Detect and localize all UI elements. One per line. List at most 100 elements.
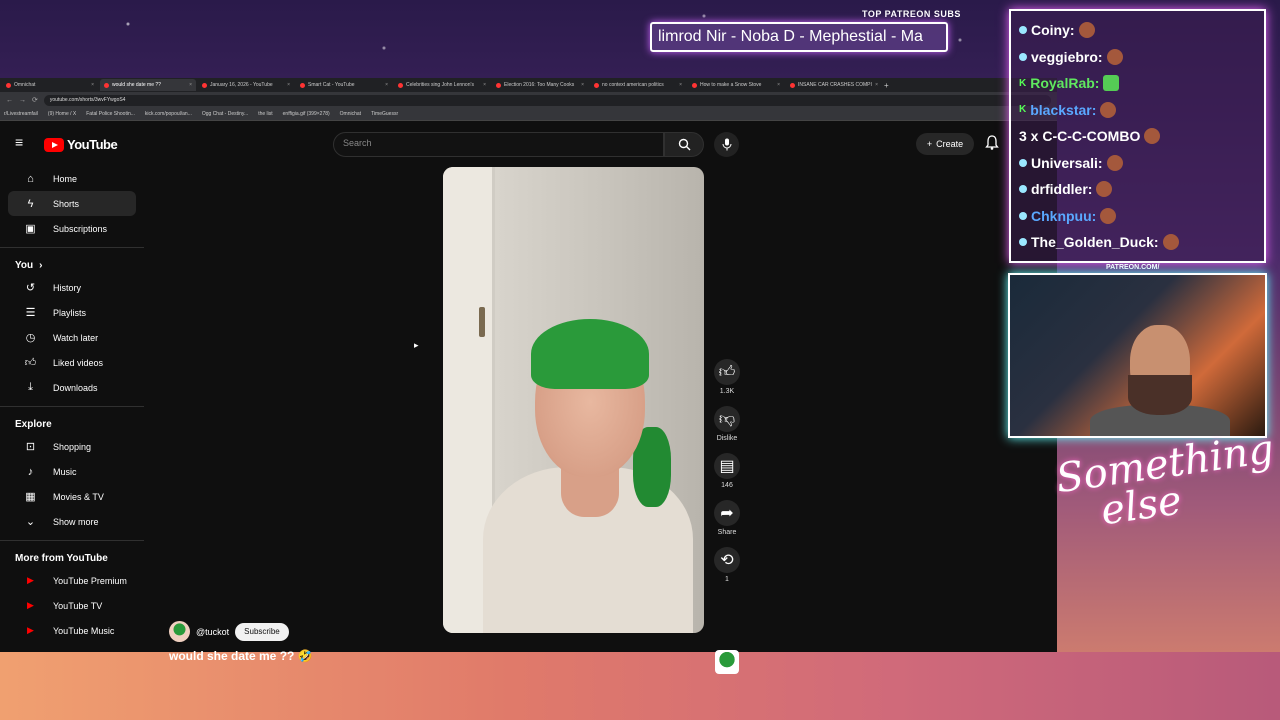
- like-count: 1.3K: [719, 388, 735, 395]
- short-video-player[interactable]: [443, 167, 704, 633]
- youtube-page: ≡ YouTube Search + Create ⌂ Home ϟ Shorts ▣ Su…: [0, 121, 1057, 674]
- patreon-label: TOP PATREON SUBS: [862, 9, 961, 19]
- search-input[interactable]: Search: [333, 132, 664, 157]
- short-actions: 👍︎ 1.3K 👎︎ Dislike ▤ 146 ➦ Share ⟲ 1: [714, 359, 740, 594]
- bookmark-item[interactable]: (9) Home / X: [48, 111, 76, 117]
- bookmark-item[interactable]: the list: [258, 111, 272, 117]
- chat-message: Chknpuu:: [1019, 203, 1256, 230]
- chat-username: veggiebro:: [1031, 48, 1103, 65]
- channel-avatar[interactable]: [169, 621, 190, 642]
- sidebar-item-show-more[interactable]: ⌄ Show more: [8, 509, 136, 534]
- chat-message: drfiddler:: [1019, 176, 1256, 203]
- chat-username: RoyalRab:: [1030, 75, 1100, 92]
- browser-tab[interactable]: Election 2016: Too Many Cooks ×: [492, 79, 588, 91]
- browser-tab[interactable]: would she date me ?? ×: [100, 79, 196, 91]
- notifications-button[interactable]: [985, 135, 999, 155]
- tab-close-icon[interactable]: ×: [189, 82, 192, 88]
- menu-icon[interactable]: ≡: [15, 135, 29, 149]
- tab-close-icon[interactable]: ×: [483, 82, 486, 88]
- sidebar-item-subscriptions[interactable]: ▣ Subscriptions: [8, 216, 136, 241]
- youtube-logo[interactable]: YouTube: [44, 137, 118, 152]
- voice-search-button[interactable]: [714, 132, 739, 157]
- sidebar-item-youtube-music[interactable]: ▶ YouTube Music: [8, 618, 136, 643]
- chevron-down-icon: ⌄: [25, 516, 36, 528]
- subscribe-button[interactable]: Subscribe: [235, 622, 289, 641]
- shopping-icon: ⊡: [25, 441, 36, 453]
- something-else-logo: Something else: [1053, 426, 1280, 536]
- browser-tab[interactable]: January 16, 2026 - YouTube ×: [198, 79, 294, 91]
- dislike-button[interactable]: 👎︎: [714, 406, 740, 432]
- share-button[interactable]: ➦: [714, 500, 740, 526]
- create-button[interactable]: + Create: [916, 133, 974, 155]
- tab-close-icon[interactable]: ×: [679, 82, 682, 88]
- you-heading[interactable]: You ›: [0, 254, 144, 275]
- tab-close-icon[interactable]: ×: [581, 82, 584, 88]
- chat-username: Chknpuu:: [1031, 207, 1097, 224]
- chat-overlay: Coiny: veggiebro: K RoyalRab: Kblackstar: 3 x…: [1009, 9, 1266, 263]
- chat-username: Universali:: [1031, 154, 1103, 171]
- new-tab-icon[interactable]: +: [884, 81, 889, 90]
- chat-message: 3 x C-C-C-COMBO: [1019, 123, 1256, 150]
- chat-badge-icon: [1019, 158, 1027, 167]
- bookmark-item[interactable]: TimeGuessr: [371, 111, 398, 117]
- chat-emote-icon: [1096, 181, 1113, 198]
- sidebar-item-label: YouTube Music: [53, 625, 115, 636]
- sidebar-item-label: Liked videos: [53, 357, 104, 368]
- tab-favicon-icon: [104, 82, 109, 88]
- tab-close-icon[interactable]: ×: [91, 82, 94, 88]
- browser-tab[interactable]: INSANE CAR CRASHES COMPI ×: [786, 79, 882, 91]
- tab-close-icon[interactable]: ×: [287, 82, 290, 88]
- divider: [0, 540, 144, 541]
- tab-close-icon[interactable]: ×: [385, 82, 388, 88]
- bookmark-item[interactable]: enffigia.gif (399×278): [283, 111, 330, 117]
- bookmark-item[interactable]: kick.com/popoul/an...: [145, 111, 192, 117]
- sidebar-item-label: Playlists: [53, 307, 87, 318]
- browser-tab[interactable]: Smart Cat - YouTube ×: [296, 79, 392, 91]
- reload-icon[interactable]: ⟳: [32, 96, 38, 104]
- bookmark-item[interactable]: Omnichat: [340, 111, 361, 117]
- tab-favicon-icon: [594, 82, 599, 88]
- browser-tab[interactable]: How to make a Snow Stove ×: [688, 79, 784, 91]
- tab-close-icon[interactable]: ×: [875, 82, 878, 88]
- search-button[interactable]: [664, 132, 704, 157]
- kick-badge-icon: K: [1019, 77, 1027, 89]
- sidebar-item-history[interactable]: ↺ History: [8, 275, 136, 300]
- channel-handle[interactable]: @tuckot: [196, 627, 229, 637]
- like-button[interactable]: 👍︎: [714, 359, 740, 385]
- browser-tab[interactable]: no context american politics ×: [590, 79, 686, 91]
- sidebar-item-youtube-tv[interactable]: ▶ YouTube TV: [8, 593, 136, 618]
- sidebar-item-music[interactable]: ♪ Music: [8, 459, 136, 484]
- sidebar-item-movies-tv[interactable]: ▦ Movies & TV: [8, 484, 136, 509]
- sidebar-item-youtube-premium[interactable]: ▶ YouTube Premium: [8, 568, 136, 593]
- sidebar-item-shopping[interactable]: ⊡ Shopping: [8, 434, 136, 459]
- tab-favicon-icon: [692, 82, 697, 88]
- history-icon: ↺: [25, 282, 36, 294]
- tab-strip: Omnichat × would she date me ?? × January 16…: [0, 78, 1057, 92]
- sidebar-item-liked-videos[interactable]: 👍︎ Liked videos: [8, 350, 136, 375]
- divider: [0, 247, 144, 248]
- share-label: Share: [717, 529, 737, 536]
- subscriptions-icon: ▣: [25, 223, 36, 235]
- bookmark-item[interactable]: r/Livestreamfail: [4, 111, 38, 117]
- channel-row: @tuckot Subscribe: [169, 621, 289, 642]
- forward-icon[interactable]: →: [19, 97, 26, 104]
- url-field[interactable]: youtube.com/shorts/3wvFYwgoS4: [43, 94, 1051, 106]
- youtube-app-icon: ▶: [27, 600, 34, 610]
- browser-tab[interactable]: Omnichat ×: [2, 79, 98, 91]
- back-icon[interactable]: ←: [6, 97, 13, 104]
- browser-tab[interactable]: Celebrities sing John Lennon's ×: [394, 79, 490, 91]
- comments-button[interactable]: ▤: [714, 453, 740, 479]
- chat-emote-icon: [1100, 207, 1117, 224]
- sidebar-item-shorts[interactable]: ϟ Shorts: [8, 191, 136, 216]
- bookmark-item[interactable]: Fatal Police Shootin...: [86, 111, 135, 117]
- sidebar-item-home[interactable]: ⌂ Home: [8, 166, 136, 191]
- sidebar-item-downloads[interactable]: ⤓ Downloads: [8, 375, 136, 400]
- tab-label: Celebrities sing John Lennon's: [406, 82, 474, 88]
- remix-button[interactable]: ⟲: [714, 547, 740, 573]
- sidebar-item-watch-later[interactable]: ◷ Watch later: [8, 325, 136, 350]
- tab-close-icon[interactable]: ×: [777, 82, 780, 88]
- sidebar-item-playlists[interactable]: ☰ Playlists: [8, 300, 136, 325]
- sound-thumbnail[interactable]: [715, 650, 739, 674]
- bookmark-item[interactable]: Ogg Chat - Destiny...: [202, 111, 248, 117]
- tab-label: January 16, 2026 - YouTube: [210, 82, 273, 88]
